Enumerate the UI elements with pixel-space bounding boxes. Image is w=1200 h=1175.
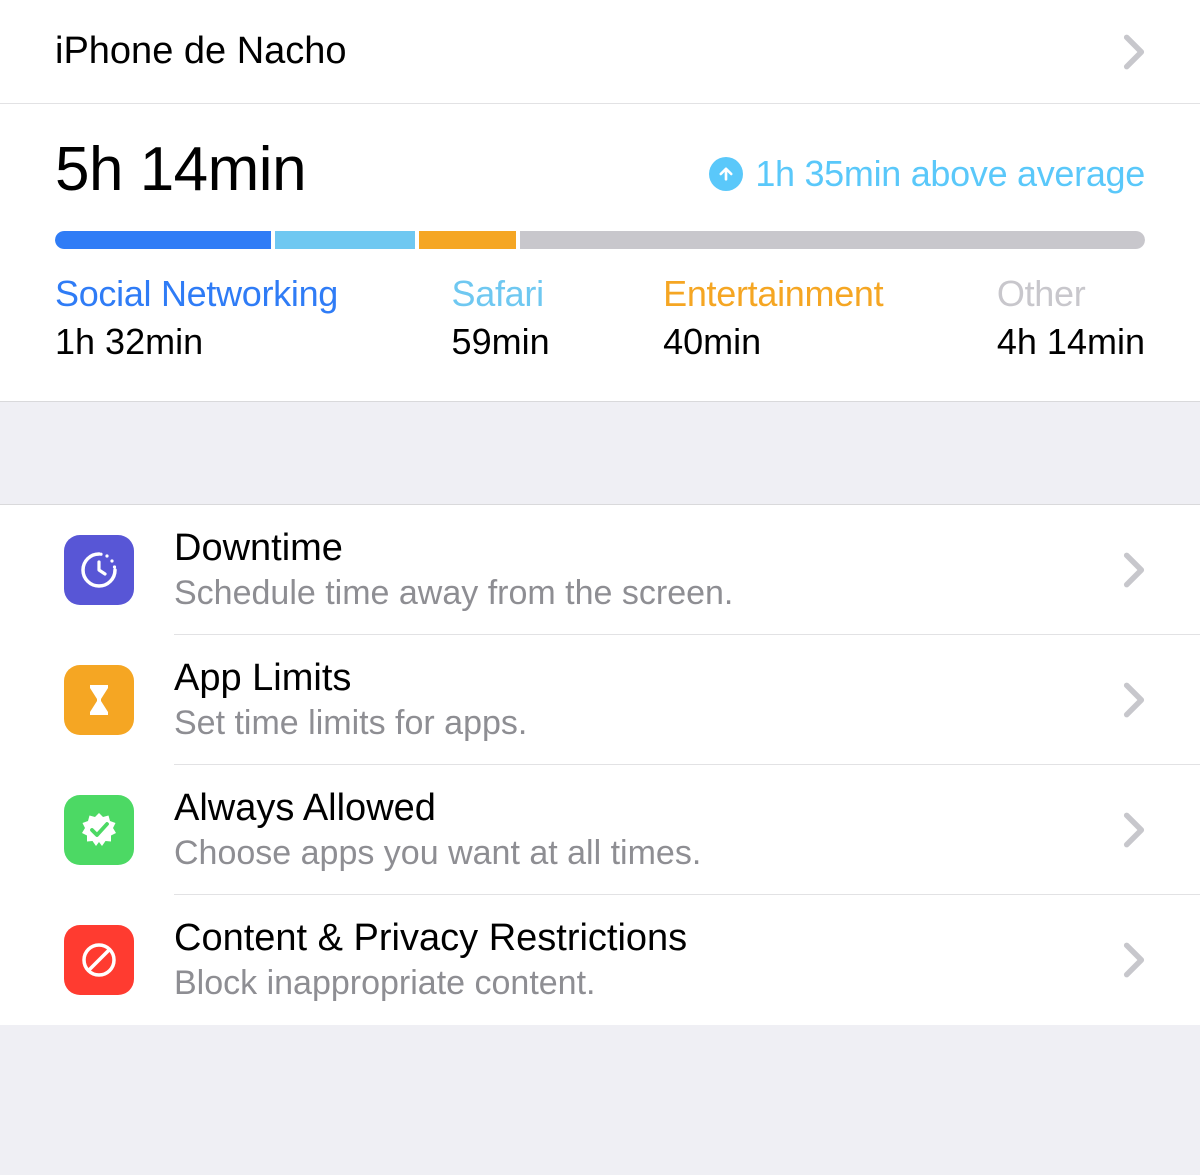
downtime-icon [64,535,134,605]
category-time: 4h 14min [997,321,1145,363]
always-allowed-icon [64,795,134,865]
row-subtitle: Schedule time away from the screen. [174,574,1083,613]
category-time: 1h 32min [55,321,338,363]
settings-list: Downtime Schedule time away from the scre… [0,505,1200,1025]
app-limits-icon [64,665,134,735]
category-breakdown: Social Networking 1h 32min Safari 59min Ente… [55,273,1145,363]
usage-bar-chart [55,231,1145,249]
screen-time-summary[interactable]: 5h 14min 1h 35min above average Social N… [0,104,1200,401]
row-title: Downtime [174,527,1083,570]
row-text: Content & Privacy Restrictions Block inap… [174,917,1083,1003]
category-item: Safari 59min [452,273,550,363]
chevron-right-icon [1123,551,1145,589]
settings-row[interactable]: Always Allowed Choose apps you want at al… [0,765,1200,895]
category-label: Safari [452,273,550,315]
category-label: Other [997,273,1145,315]
row-subtitle: Choose apps you want at all times. [174,834,1083,873]
bar-segment [55,231,271,249]
comparison-indicator: 1h 35min above average [709,153,1145,205]
bar-segment [520,231,1145,249]
chevron-right-icon [1123,681,1145,719]
row-subtitle: Block inappropriate content. [174,964,1083,1003]
chevron-right-icon [1123,33,1145,71]
chevron-right-icon [1123,811,1145,849]
category-item: Social Networking 1h 32min [55,273,338,363]
category-time: 59min [452,321,550,363]
category-label: Entertainment [663,273,883,315]
settings-row[interactable]: Downtime Schedule time away from the scre… [0,505,1200,635]
settings-row[interactable]: App Limits Set time limits for apps. [0,635,1200,765]
row-title: App Limits [174,657,1083,700]
category-time: 40min [663,321,883,363]
device-row[interactable]: iPhone de Nacho [0,0,1200,104]
row-text: App Limits Set time limits for apps. [174,657,1083,743]
restrictions-icon [64,925,134,995]
row-text: Downtime Schedule time away from the scre… [174,527,1083,613]
category-item: Other 4h 14min [997,273,1145,363]
row-title: Content & Privacy Restrictions [174,917,1083,960]
arrow-up-icon [709,157,743,191]
bar-segment [275,231,415,249]
section-gap [0,401,1200,505]
bar-segment [419,231,516,249]
row-title: Always Allowed [174,787,1083,830]
category-label: Social Networking [55,273,338,315]
row-text: Always Allowed Choose apps you want at al… [174,787,1083,873]
settings-row[interactable]: Content & Privacy Restrictions Block inap… [0,895,1200,1025]
total-time-value: 5h 14min [55,134,306,205]
row-subtitle: Set time limits for apps. [174,704,1083,743]
category-item: Entertainment 40min [663,273,883,363]
device-name: iPhone de Nacho [55,30,347,73]
comparison-text: 1h 35min above average [755,153,1145,195]
chevron-right-icon [1123,941,1145,979]
